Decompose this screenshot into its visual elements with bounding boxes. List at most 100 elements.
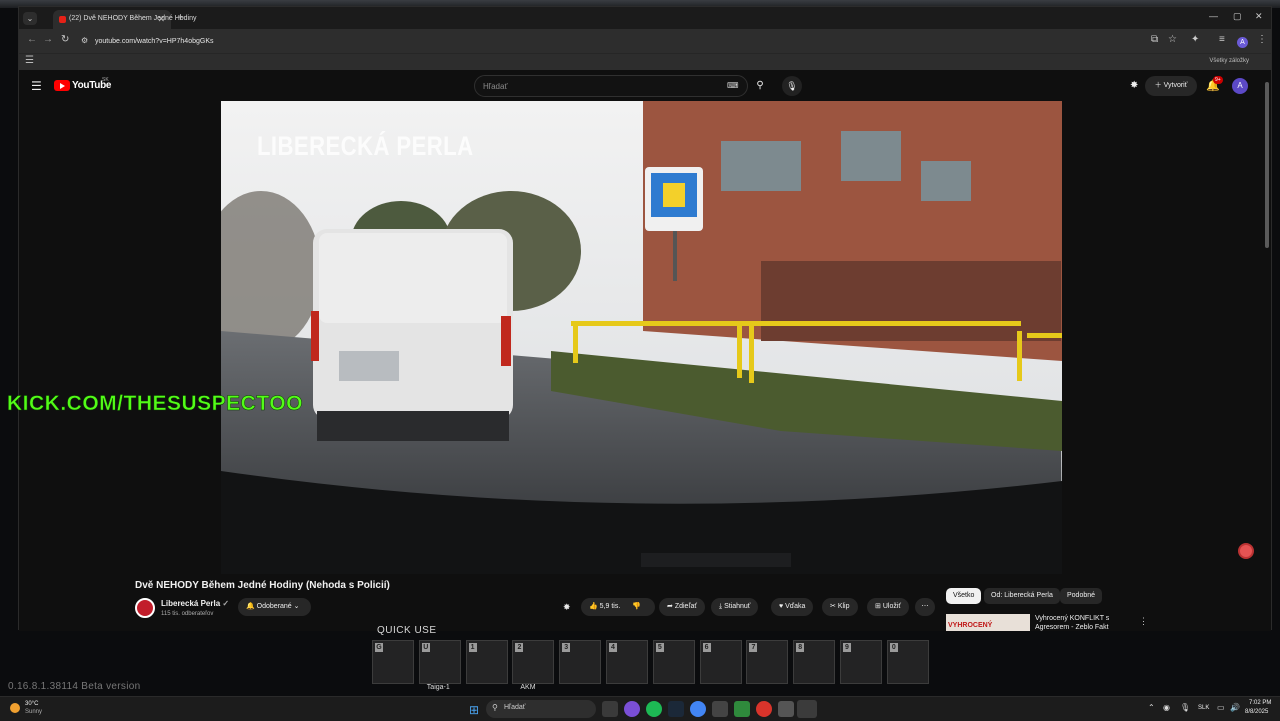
bookmarks-apps-icon[interactable]: ☰ — [25, 55, 34, 66]
url-field[interactable]: youtube.com/watch?v=HP7h4obgGKs — [95, 35, 1155, 49]
channel-avatar[interactable] — [135, 598, 155, 618]
back-icon[interactable]: ← — [27, 34, 37, 45]
quick-use-slot[interactable]: 1 — [465, 640, 508, 684]
ai-assistant-icon[interactable]: ✸ — [1130, 80, 1138, 91]
guide-menu-icon[interactable]: ☰ — [31, 79, 42, 93]
slot-key: 0 — [889, 643, 898, 652]
search-input[interactable]: Hľadať ⌨ — [474, 75, 748, 97]
quick-use-slot[interactable]: U — [418, 640, 461, 684]
app-icon[interactable] — [712, 701, 728, 717]
windows-start-icon[interactable]: ⊞ — [469, 703, 479, 717]
chip-related[interactable]: Podobné — [1060, 588, 1103, 604]
youtube-play-icon — [54, 80, 70, 91]
quick-use-slot[interactable]: 0 — [886, 640, 929, 684]
keyboard-language[interactable]: SLK — [1198, 705, 1209, 711]
recommendation-title[interactable]: Vyhrocený KONFLIKT s Agresorem - Zeblo F… — [1035, 614, 1125, 632]
steam-icon[interactable] — [668, 701, 684, 717]
quick-use-slot[interactable]: 9 — [840, 640, 882, 684]
clock-time[interactable]: 7:02 PM — [1249, 700, 1271, 706]
slot-key: 5 — [655, 643, 664, 652]
all-bookmarks-button[interactable]: Všetky záložky — [1209, 58, 1249, 64]
recording-indicator-icon — [1238, 543, 1254, 559]
minimize-icon[interactable]: — — [1209, 11, 1218, 21]
dislike-button[interactable]: 👎 — [632, 603, 641, 610]
app-icon-red[interactable] — [756, 701, 772, 717]
slot-key: 6 — [702, 643, 711, 652]
install-app-icon[interactable]: ⧉ — [1151, 34, 1158, 45]
chip-all[interactable]: Všetko — [946, 588, 982, 604]
video-player[interactable] — [221, 101, 1062, 574]
video-title: Dvě NEHODY Během Jedné Hodiny (Nehoda s … — [135, 580, 390, 591]
video-frame — [221, 101, 1062, 574]
app-icon-gray[interactable] — [778, 701, 794, 717]
recommendation-menu-icon[interactable]: ⋮ — [1139, 616, 1148, 627]
tray-display-icon[interactable]: ▭ — [1217, 703, 1225, 712]
close-window-icon[interactable]: ✕ — [1255, 11, 1263, 22]
voice-search-icon[interactable]: 🎙 — [782, 76, 802, 96]
forward-icon[interactable]: → — [43, 34, 53, 45]
reload-icon[interactable]: ↻ — [61, 34, 69, 45]
thumbnail-text: VYHROCENÝ — [948, 622, 993, 629]
channel-name[interactable]: Liberecká Perla ✓ — [161, 599, 229, 608]
task-view-icon[interactable] — [602, 701, 618, 717]
subscribed-button[interactable]: 🔔 Odoberané ⌄ — [238, 598, 311, 616]
tab-close-icon[interactable]: ✕ — [157, 14, 165, 25]
quick-use-slot[interactable]: 6 — [699, 640, 742, 684]
quick-use-slot[interactable]: 5 — [652, 640, 695, 684]
quick-use-slot[interactable]: G — [372, 640, 414, 684]
browser-profile-avatar[interactable]: A — [1237, 37, 1248, 48]
bell-icon: 🔔 — [246, 603, 255, 610]
account-avatar[interactable]: A — [1232, 78, 1248, 94]
site-info-icon[interactable]: ⚙ — [81, 36, 88, 45]
tray-discord-icon[interactable]: ◉ — [1163, 703, 1170, 712]
download-button[interactable]: ⤓ Stiahnuť — [711, 598, 759, 616]
taskbar-search[interactable]: ⚲ Hľadať — [486, 700, 596, 718]
new-tab-button[interactable]: + — [177, 10, 184, 24]
chrome-icon[interactable] — [690, 701, 706, 717]
quick-use-slot[interactable]: 7 — [746, 640, 789, 684]
create-button[interactable]: ＋ Vytvoriť — [1145, 76, 1197, 96]
thanks-button[interactable]: ♥ Vďaka — [771, 598, 814, 616]
clip-button[interactable]: ✂ Klip — [822, 598, 858, 616]
search-button[interactable]: ⚲ — [748, 75, 772, 97]
quick-use-slot[interactable]: 3 — [559, 640, 602, 684]
chip-from-channel[interactable]: Od: Liberecká Perla — [984, 588, 1060, 604]
recommendation-thumbnail[interactable]: VYHROCENÝ — [946, 614, 1030, 631]
app-icon-green[interactable] — [734, 701, 750, 717]
steam-active-icon[interactable] — [797, 700, 817, 718]
browser-menu-icon[interactable]: ⋮ — [1257, 34, 1267, 45]
slot-item-label: AKM — [520, 684, 536, 691]
spotify-icon[interactable] — [646, 701, 662, 717]
tray-volume-icon[interactable]: 🔊 — [1230, 703, 1240, 712]
address-bar-row: ← → ↻ ⚙ youtube.com/watch?v=HP7h4obgGKs … — [19, 29, 1271, 53]
ask-ai-icon[interactable]: ✸ — [563, 602, 571, 613]
share-button[interactable]: ➦ Zdieľať — [659, 598, 706, 616]
extensions-icon[interactable]: ✦ — [1191, 34, 1199, 45]
save-button[interactable]: ⊞ Uložiť — [867, 598, 910, 616]
notification-badge: 9+ — [1213, 76, 1223, 84]
keyboard-icon[interactable]: ⌨ — [727, 81, 739, 90]
kick-channel-overlay: KICK.COM/THESUSPECTOO — [7, 392, 303, 416]
tab-youtube[interactable]: (22) Dvě NEHODY Během Jedné Hodiny ✕ — [53, 10, 196, 29]
video-watermark-text: LIBERECKÁ PERLA — [257, 131, 474, 161]
quick-use-slot[interactable]: 8 — [793, 640, 836, 684]
save-label: Uložiť — [882, 603, 902, 610]
quick-use-slot[interactable]: 4 — [606, 640, 648, 684]
like-button[interactable]: 👍 5,9 tis. 👎 — [581, 598, 655, 616]
maximize-icon[interactable]: ▢ — [1233, 11, 1242, 22]
tab-search-button[interactable]: ⌄ — [23, 12, 37, 25]
discord-icon[interactable] — [624, 701, 640, 717]
media-controls-icon[interactable]: ≡ — [1219, 34, 1225, 45]
scrollbar-thumb[interactable] — [1265, 82, 1269, 248]
bookmark-star-icon[interactable]: ☆ — [1168, 34, 1177, 45]
youtube-logo[interactable]: YouTube SK — [54, 77, 112, 93]
tray-mic-icon[interactable]: 🎙 — [1180, 703, 1190, 712]
slot-key: G — [375, 643, 383, 652]
scissors-icon: ✂ — [830, 603, 836, 610]
thumb-up-icon: 👍 — [589, 603, 598, 610]
tray-chevron-icon[interactable]: ⌃ — [1148, 703, 1155, 712]
more-actions-button[interactable]: ⋯ — [915, 598, 935, 616]
clock-date[interactable]: 8/8/2025 — [1245, 709, 1268, 715]
sun-icon[interactable] — [10, 703, 20, 713]
quick-use-slot[interactable]: 2 — [512, 640, 555, 684]
